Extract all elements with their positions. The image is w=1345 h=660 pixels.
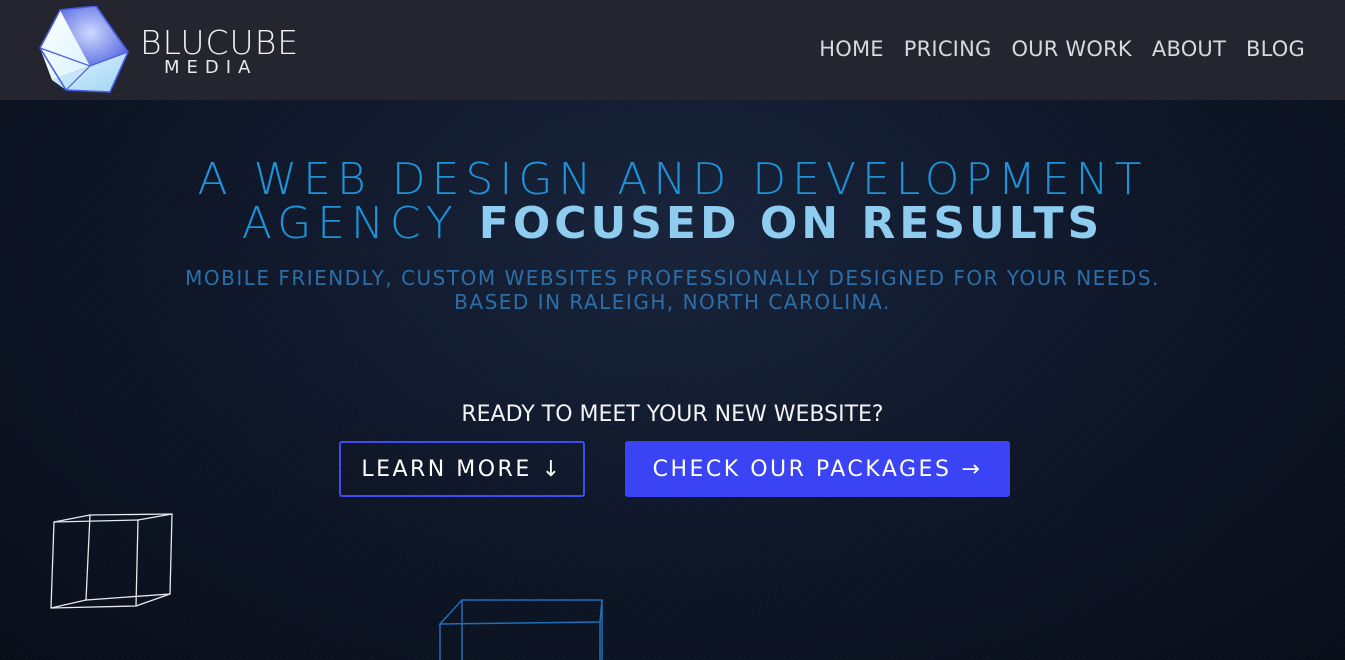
brand-logo[interactable]: BLUCUBE MEDIA (38, 6, 338, 94)
headline-line-2-light: AGENCY (241, 198, 459, 249)
nav-about[interactable]: ABOUT (1152, 36, 1226, 62)
nav-home[interactable]: HOME (819, 36, 884, 62)
brand-subtitle: MEDIA (164, 57, 258, 78)
check-packages-label: CHECK OUR PACKAGES (652, 456, 952, 482)
nav-our-work[interactable]: OUR WORK (1011, 36, 1131, 62)
top-navigation-bar: BLUCUBE MEDIA HOME PRICING OUR WORK ABOU… (0, 0, 1345, 100)
learn-more-label: LEARN MORE (361, 456, 532, 482)
cube-logo-icon (39, 6, 129, 93)
hero-headline: A WEB DESIGN AND DEVELOPMENT AGENCY FOCU… (0, 158, 1345, 246)
subhead-line-2: BASED IN RALEIGH, NORTH CAROLINA. (454, 290, 891, 314)
arrow-down-icon: ↓ (541, 456, 563, 482)
main-nav: HOME PRICING OUR WORK ABOUT BLOG (819, 36, 1305, 62)
learn-more-button[interactable]: LEARN MORE ↓ (339, 441, 585, 497)
hero-subheading: MOBILE FRIENDLY, CUSTOM WEBSITES PROFESS… (0, 266, 1345, 314)
subhead-line-1: MOBILE FRIENDLY, CUSTOM WEBSITES PROFESS… (185, 266, 1160, 290)
hero-section: A WEB DESIGN AND DEVELOPMENT AGENCY FOCU… (0, 100, 1345, 660)
arrow-right-icon: → (961, 456, 983, 482)
cta-prompt: READY TO MEET YOUR NEW WEBSITE? (461, 402, 884, 427)
check-packages-button[interactable]: CHECK OUR PACKAGES → (625, 441, 1010, 497)
wireframe-cube-blue-icon (438, 599, 603, 660)
nav-blog[interactable]: BLOG (1246, 36, 1305, 62)
wireframe-cube-icon (50, 513, 173, 609)
nav-pricing[interactable]: PRICING (904, 36, 992, 62)
headline-line-2-bold: FOCUSED ON RESULTS (478, 198, 1104, 249)
